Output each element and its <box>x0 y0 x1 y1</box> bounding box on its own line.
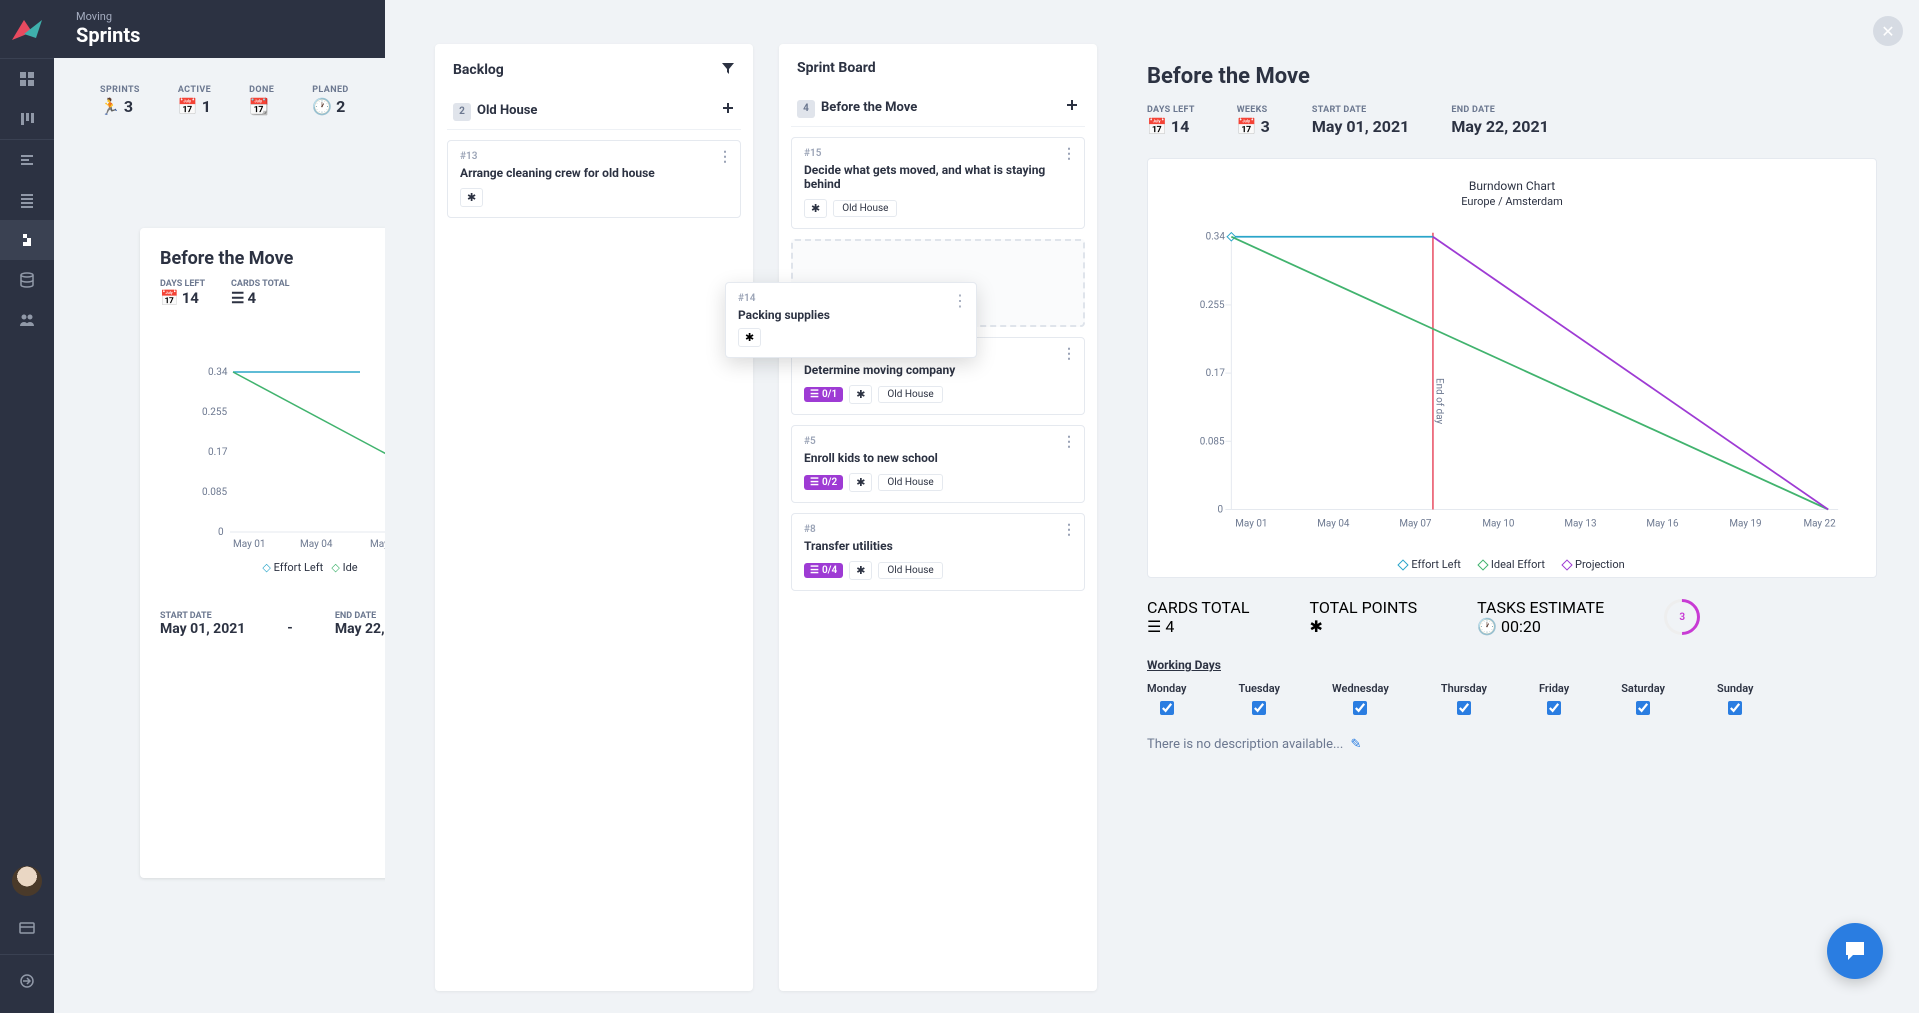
svg-text:May 01: May 01 <box>233 539 266 550</box>
check-calendar-icon: 📆 <box>249 97 269 116</box>
card[interactable]: ⋮ #13 Arrange cleaning crew for old hous… <box>447 140 741 218</box>
sprint-board-column: Sprint Board 4Before the Move ⋮ #15 Deci… <box>779 44 1097 991</box>
calendar-icon: 📅 <box>178 97 198 116</box>
card[interactable]: ⋮ #15 Decide what gets moved, and what i… <box>791 137 1085 229</box>
svg-text:0: 0 <box>218 527 224 538</box>
more-icon[interactable]: ⋮ <box>952 291 968 310</box>
points-icon: ✱ <box>738 328 761 347</box>
svg-text:May 07: May 07 <box>1399 518 1432 529</box>
clock-icon: 🕐 <box>312 97 332 116</box>
sprint-cards: ⋮ #15 Decide what gets moved, and what i… <box>779 127 1097 601</box>
svg-text:0.34: 0.34 <box>1206 232 1226 243</box>
backlog-column: Backlog 2Old House ⋮ #13 Arrange cleanin… <box>435 44 753 991</box>
add-card-icon[interactable] <box>1065 97 1079 116</box>
tag: Old House <box>878 386 942 403</box>
backlog-cards: ⋮ #13 Arrange cleaning crew for old hous… <box>435 130 753 228</box>
nav-menu-icon[interactable] <box>0 140 54 180</box>
more-icon[interactable]: ⋮ <box>1062 146 1076 162</box>
nav-logout-icon[interactable] <box>0 961 54 1001</box>
nav-rail <box>0 0 54 1013</box>
close-icon[interactable]: ✕ <box>1873 16 1903 46</box>
svg-text:May 19: May 19 <box>1729 518 1761 529</box>
logo <box>0 0 54 58</box>
more-icon[interactable]: ⋮ <box>1062 434 1076 450</box>
svg-text:0.34: 0.34 <box>208 367 228 378</box>
dragging-card[interactable]: ⋮ #14 Packing supplies ✱ <box>725 282 977 358</box>
tag: Old House <box>878 474 942 491</box>
checkbox-monday[interactable] <box>1160 701 1174 715</box>
tasks-progress: ☰ 0/1 <box>804 387 843 402</box>
nav-dashboard-icon[interactable] <box>0 59 54 99</box>
svg-text:May 01: May 01 <box>1235 518 1267 529</box>
burndown-chart: Burndown Chart Europe / Amsterdam 0.34 0… <box>1147 158 1877 578</box>
svg-text:May 22: May 22 <box>1804 518 1837 529</box>
description-row: There is no description available... ✎ <box>1147 737 1877 752</box>
avatar[interactable] <box>12 866 42 896</box>
tasks-progress: ☰ 0/2 <box>804 475 843 490</box>
svg-text:0.17: 0.17 <box>208 447 228 458</box>
points-icon: ✱ <box>460 188 483 207</box>
nav-list-icon[interactable] <box>0 180 54 220</box>
progress-ring: 3 <box>1657 592 1708 643</box>
checkbox-sunday[interactable] <box>1728 701 1742 715</box>
svg-text:End of day: End of day <box>1433 378 1444 424</box>
tag: Old House <box>878 562 942 579</box>
list-count-badge: 2 <box>453 103 471 121</box>
nav-card-icon[interactable] <box>0 908 54 948</box>
svg-text:0.085: 0.085 <box>202 487 227 498</box>
checkbox-wednesday[interactable] <box>1353 701 1367 715</box>
more-icon[interactable]: ⋮ <box>718 149 732 165</box>
sprint-board-title: Sprint Board <box>797 60 876 76</box>
svg-text:0.255: 0.255 <box>1200 300 1225 311</box>
filter-icon[interactable] <box>721 60 735 79</box>
sprint-list-header: 4Before the Move <box>791 88 1085 127</box>
svg-text:May 04: May 04 <box>1317 518 1350 529</box>
working-days-title: Working Days <box>1147 658 1877 672</box>
edit-icon[interactable]: ✎ <box>1350 737 1361 752</box>
checkbox-thursday[interactable] <box>1457 701 1471 715</box>
chat-fab[interactable] <box>1827 923 1883 979</box>
points-icon: ✱ <box>849 473 872 492</box>
svg-text:May 13: May 13 <box>1564 518 1596 529</box>
add-card-icon[interactable] <box>721 100 735 119</box>
svg-text:0.085: 0.085 <box>1200 436 1225 447</box>
stats-bar: SPRINTS🏃3 ACTIVE📅1 DONE📆 PLANED🕐2 <box>100 85 349 116</box>
list-count-badge: 4 <box>797 100 815 118</box>
points-icon: ✱ <box>849 385 872 404</box>
sprint-detail-panel: Before the Move DAYS LEFT📅 14 WEEKS📅 3 S… <box>1123 44 1901 991</box>
checkbox-tuesday[interactable] <box>1252 701 1266 715</box>
svg-text:May 16: May 16 <box>1646 518 1679 529</box>
running-icon: 🏃 <box>100 97 120 116</box>
checkbox-saturday[interactable] <box>1636 701 1650 715</box>
svg-text:0.255: 0.255 <box>202 407 227 418</box>
nav-database-icon[interactable] <box>0 260 54 300</box>
sprint-title: Before the Move <box>1147 64 1877 89</box>
nav-users-icon[interactable] <box>0 300 54 340</box>
checkbox-friday[interactable] <box>1547 701 1561 715</box>
tag: Old House <box>833 200 897 217</box>
card[interactable]: ⋮ #5 Enroll kids to new school ☰ 0/2✱Old… <box>791 425 1085 503</box>
svg-text:May 10: May 10 <box>1482 518 1514 529</box>
card[interactable]: ⋮ #8 Transfer utilities ☰ 0/4✱Old House <box>791 513 1085 591</box>
nav-sprints-icon[interactable] <box>0 220 54 260</box>
tasks-progress: ☰ 0/4 <box>804 563 843 578</box>
more-icon[interactable]: ⋮ <box>1062 346 1076 362</box>
nav-boards-icon[interactable] <box>0 99 54 139</box>
working-days: Monday Tuesday Wednesday Thursday Friday… <box>1147 682 1877 715</box>
chart-legend: Effort Left Ideal Effort Projection <box>1176 558 1848 571</box>
backlog-list-header: 2Old House <box>447 91 741 130</box>
svg-text:0: 0 <box>1218 504 1224 515</box>
points-icon: ✱ <box>849 561 872 580</box>
points-icon: ✱ <box>804 199 827 218</box>
sprint-detail-overlay: ✕ Backlog 2Old House ⋮ #13 Arrange clean… <box>385 0 1919 1013</box>
backlog-title: Backlog <box>453 62 504 78</box>
svg-text:May 04: May 04 <box>300 539 333 550</box>
svg-text:0.17: 0.17 <box>1206 368 1226 379</box>
more-icon[interactable]: ⋮ <box>1062 522 1076 538</box>
